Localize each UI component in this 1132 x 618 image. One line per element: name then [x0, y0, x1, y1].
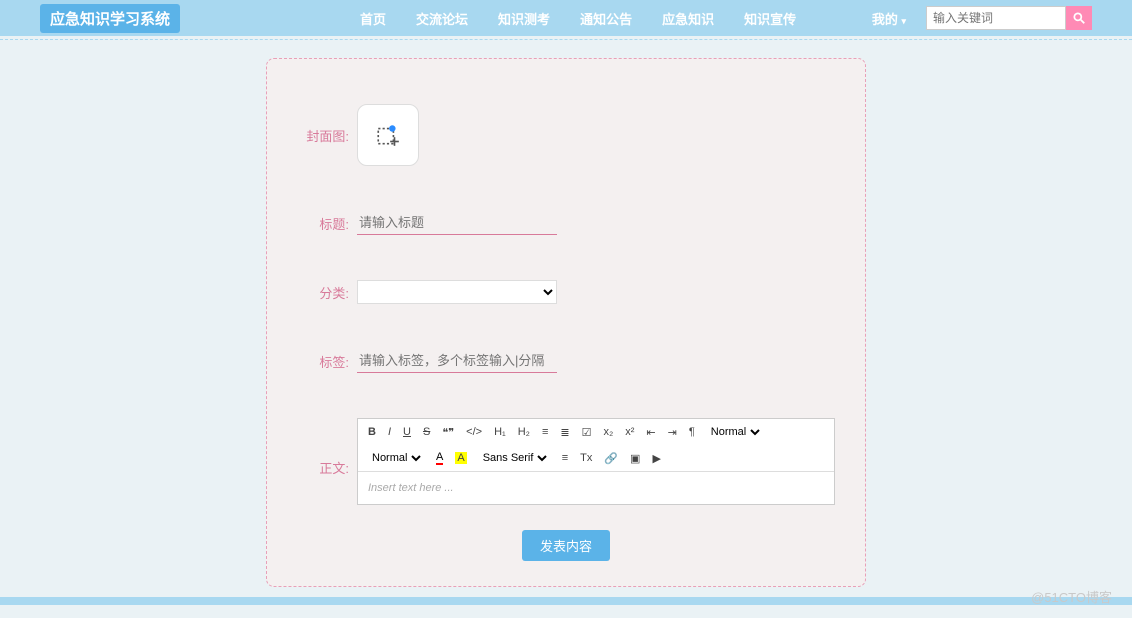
- cover-upload[interactable]: [357, 104, 419, 166]
- strike-button[interactable]: S: [423, 426, 430, 438]
- font-picker[interactable]: Sans Serif: [479, 451, 550, 465]
- logo: 应急知识学习系统: [40, 4, 180, 33]
- nav-forum[interactable]: 交流论坛: [416, 9, 468, 28]
- rtl-button[interactable]: ¶: [689, 426, 695, 438]
- body-label: 正文:: [297, 458, 357, 477]
- size-picker[interactable]: Normal: [368, 451, 424, 465]
- outdent-button[interactable]: ⇤: [646, 426, 655, 439]
- subscript-button[interactable]: x₂: [603, 426, 613, 438]
- editor-body[interactable]: Insert text here ...: [358, 472, 834, 504]
- text-color-button[interactable]: A: [436, 451, 443, 465]
- clear-format-button[interactable]: Tx: [580, 452, 592, 464]
- title-input[interactable]: [357, 211, 557, 235]
- watermark: @51CTO博客: [1031, 587, 1112, 606]
- nav-home[interactable]: 首页: [360, 9, 386, 28]
- nav-mine[interactable]: 我的 ▾: [872, 9, 906, 28]
- category-label: 分类:: [297, 283, 357, 302]
- h1-button[interactable]: H₁: [494, 426, 506, 438]
- footer-bar: [0, 597, 1132, 605]
- cover-label: 封面图:: [297, 126, 357, 145]
- code-button[interactable]: </>: [466, 426, 482, 438]
- tags-input[interactable]: [357, 349, 557, 373]
- submit-button[interactable]: 发表内容: [522, 530, 610, 561]
- link-button[interactable]: 🔗: [604, 452, 618, 465]
- editor-toolbar: B I U S ❝❞ </> H₁ H₂ ≡ ≣ ☑ x₂ x² ⇤ ⇥ ¶ N: [358, 419, 834, 472]
- superscript-button[interactable]: x²: [625, 426, 634, 438]
- video-button[interactable]: ▶: [652, 452, 660, 465]
- search-input[interactable]: [926, 6, 1066, 30]
- italic-button[interactable]: I: [388, 426, 391, 438]
- tags-label: 标签:: [297, 352, 357, 371]
- search-button[interactable]: [1066, 6, 1092, 30]
- nav-notice[interactable]: 通知公告: [580, 9, 632, 28]
- nav-promo[interactable]: 知识宣传: [744, 9, 796, 28]
- bg-color-button[interactable]: A: [455, 452, 466, 464]
- search-icon: [1072, 11, 1086, 25]
- chevron-down-icon: ▾: [901, 16, 906, 26]
- underline-button[interactable]: U: [403, 426, 411, 438]
- bold-button[interactable]: B: [368, 426, 376, 438]
- upload-icon: [375, 122, 401, 148]
- rich-editor: B I U S ❝❞ </> H₁ H₂ ≡ ≣ ☑ x₂ x² ⇤ ⇥ ¶ N: [357, 418, 835, 505]
- form-panel: 封面图: 标题: 分类: 标签: 正文: B I U S: [266, 58, 866, 587]
- indent-button[interactable]: ⇥: [668, 426, 677, 439]
- h2-button[interactable]: H₂: [518, 426, 530, 438]
- nav-exam[interactable]: 知识测考: [498, 9, 550, 28]
- unordered-list-button[interactable]: ≣: [560, 426, 569, 439]
- quote-button[interactable]: ❝❞: [442, 426, 454, 439]
- ordered-list-button[interactable]: ≡: [542, 426, 548, 438]
- title-label: 标题:: [297, 214, 357, 233]
- checklist-button[interactable]: ☑: [582, 426, 592, 439]
- align-button[interactable]: ≡: [562, 452, 568, 464]
- nav-knowledge[interactable]: 应急知识: [662, 9, 714, 28]
- category-select[interactable]: [357, 280, 557, 304]
- header-picker[interactable]: Normal: [707, 425, 763, 439]
- image-button[interactable]: ▣: [630, 452, 640, 465]
